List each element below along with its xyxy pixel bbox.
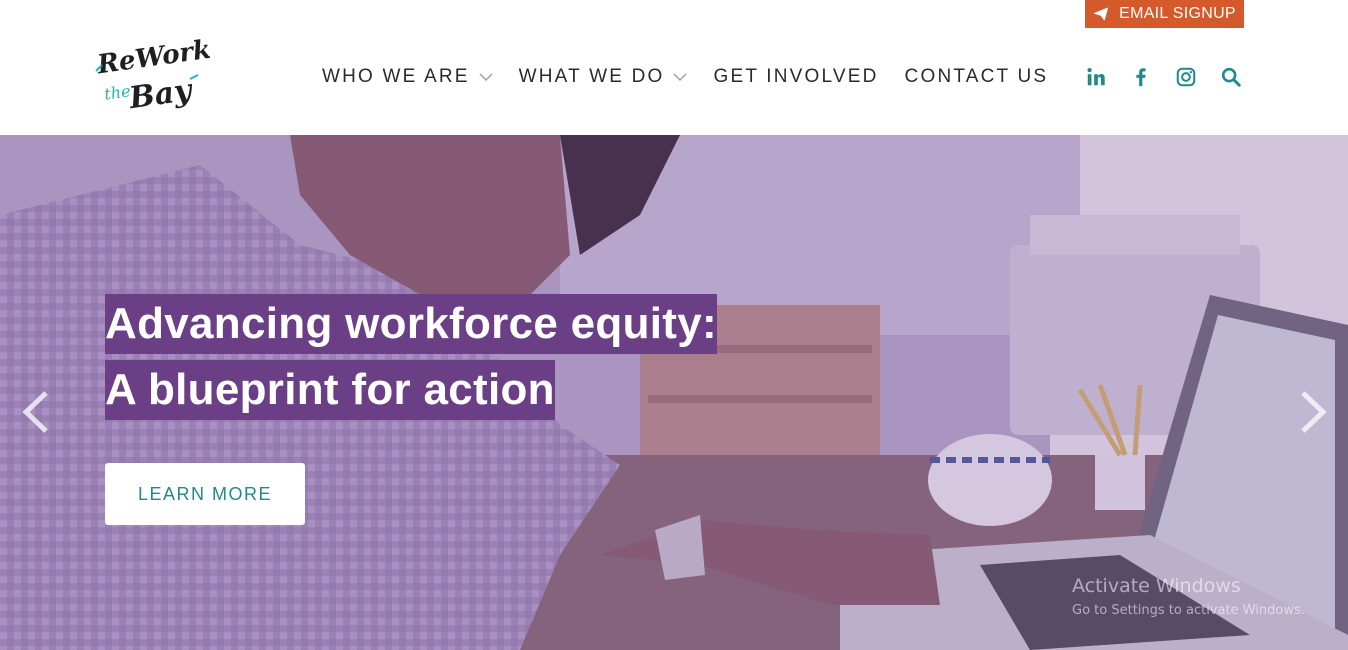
chevron-down-icon [479,73,493,82]
carousel-next-button[interactable] [1297,387,1331,437]
nav-contact-us[interactable]: CONTACT US [905,66,1049,88]
nav-get-involved-label: GET INVOLVED [713,66,879,87]
chevron-right-icon [1301,391,1327,433]
headline-line-2: A blueprint for action [105,360,555,420]
nav-what-we-do[interactable]: WHAT WE DO [519,66,688,88]
hero-headline: Advancing workforce equity: A blueprint … [105,294,717,420]
svg-text:ReWork: ReWork [95,35,210,80]
nav-who-we-are-label: WHO WE ARE [322,66,470,87]
paper-plane-icon [1094,7,1109,21]
headline-line-1: Advancing workforce equity: [105,294,717,354]
chevron-left-icon [22,391,48,433]
learn-more-button[interactable]: LEARN MORE [105,463,305,525]
hero-carousel: Advancing workforce equity: A blueprint … [0,135,1348,650]
rework-the-bay-logo[interactable]: ReWork the Bay [94,35,213,117]
email-signup-label: EMAIL SIGNUP [1119,5,1236,22]
nav-get-involved[interactable]: GET INVOLVED [713,66,878,88]
nav-contact-us-label: CONTACT US [904,66,1049,87]
facebook-icon[interactable] [1128,64,1154,90]
chevron-down-icon [673,73,688,82]
main-navigation: WHO WE ARE WHAT WE DO GET INVOLVED CONTA… [322,62,1048,92]
watermark-subtitle: Go to Settings to activate Windows. [1072,603,1305,618]
search-icon[interactable] [1218,64,1244,90]
social-links [1083,64,1244,90]
site-header: EMAIL SIGNUP ReWork the Bay WHO WE ARE W… [0,0,1348,135]
nav-what-we-do-label: WHAT WE DO [518,66,665,87]
email-signup-button[interactable]: EMAIL SIGNUP [1085,0,1244,28]
linkedin-icon[interactable] [1083,64,1109,90]
svg-text:Bay: Bay [126,73,196,117]
instagram-icon[interactable] [1173,64,1199,90]
nav-who-we-are[interactable]: WHO WE ARE [322,66,493,88]
carousel-prev-button[interactable] [18,387,52,437]
watermark-title: Activate Windows [1072,575,1241,597]
windows-activation-watermark: Activate Windows Go to Settings to activ… [1072,575,1305,618]
